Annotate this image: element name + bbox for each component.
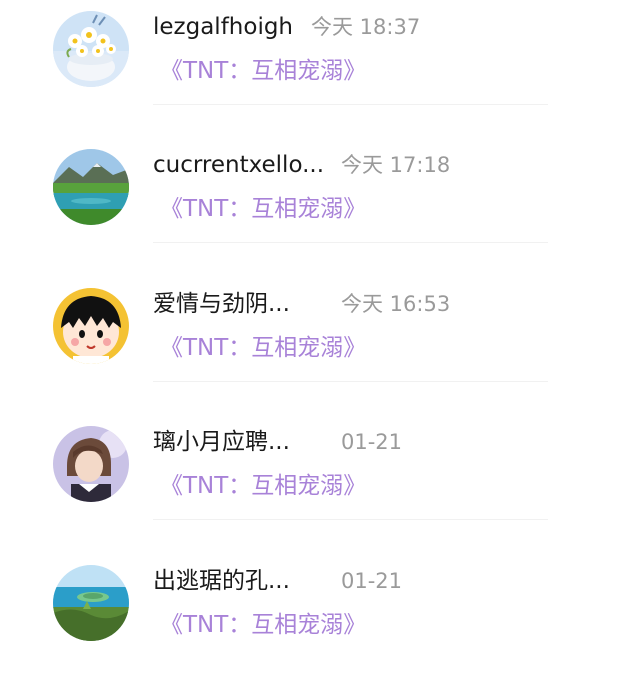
message-preview: 《TNT：互相宠溺》 xyxy=(160,473,367,499)
divider xyxy=(153,381,548,382)
conversation-item[interactable]: 爱情与劲阴... 今天 16:53 《TNT：互相宠溺》 xyxy=(0,277,640,415)
contact-name: 出逃琚的孔... xyxy=(153,568,290,594)
contact-name: lezgalfhoigh xyxy=(153,14,294,40)
cartoon-girl-avatar[interactable] xyxy=(53,288,129,364)
timestamp: 01-21 xyxy=(341,569,403,593)
timestamp: 01-21 xyxy=(341,430,403,454)
timestamp: 今天 18:37 xyxy=(311,15,421,39)
timestamp: 今天 17:18 xyxy=(341,153,451,177)
message-preview: 《TNT：互相宠溺》 xyxy=(160,196,367,222)
mountain-lake-avatar[interactable] xyxy=(53,149,129,225)
daisy-flowers-avatar[interactable] xyxy=(53,11,129,87)
message-preview: 《TNT：互相宠溺》 xyxy=(160,612,367,638)
contact-name: 爱情与劲阴... xyxy=(153,291,290,317)
conversation-item[interactable]: lezgalfhoigh 今天 18:37 《TNT：互相宠溺》 xyxy=(0,0,640,138)
conversation-item[interactable]: 出逃琚的孔... 01-21 《TNT：互相宠溺》 xyxy=(0,554,640,692)
anime-portrait-avatar[interactable] xyxy=(53,426,129,502)
divider xyxy=(153,242,548,243)
island-landscape-avatar[interactable] xyxy=(53,565,129,641)
contact-name: cucrrentxello... xyxy=(153,152,325,178)
contact-name: 璃小月应聘... xyxy=(153,429,290,455)
conversation-item[interactable]: cucrrentxello... 今天 17:18 《TNT：互相宠溺》 xyxy=(0,138,640,276)
conversation-list: lezgalfhoigh 今天 18:37 《TNT：互相宠溺》 cucrren… xyxy=(0,0,640,653)
divider xyxy=(153,104,548,105)
message-preview: 《TNT：互相宠溺》 xyxy=(160,58,367,84)
divider xyxy=(153,519,548,520)
conversation-item[interactable]: 璃小月应聘... 01-21 《TNT：互相宠溺》 xyxy=(0,415,640,553)
message-preview: 《TNT：互相宠溺》 xyxy=(160,335,367,361)
timestamp: 今天 16:53 xyxy=(341,292,451,316)
